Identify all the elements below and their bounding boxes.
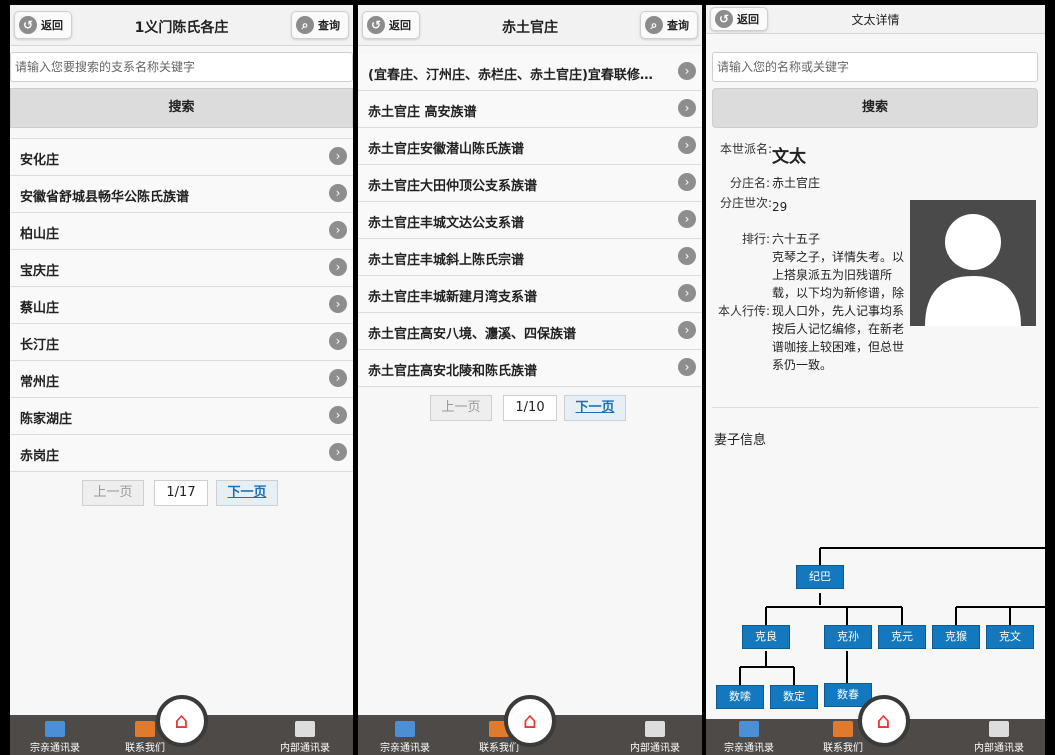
list-item[interactable]: 赤土官庄高安八境、灋溪、四保族谱 ›: [358, 313, 702, 350]
search-icon: ⌕: [296, 16, 314, 34]
contacts-tab[interactable]: 宗亲通讯录: [370, 721, 440, 754]
home-icon: ⌂: [876, 708, 891, 734]
mail-icon: [45, 721, 65, 737]
phone-icon: [989, 721, 1009, 737]
tree-node[interactable]: 克文: [986, 625, 1034, 649]
pager: 上一页 1/10 下一页: [358, 391, 702, 421]
chevron-right-icon: ›: [329, 332, 347, 350]
list-item[interactable]: 赤土官庄大田仲顶公支系族谱 ›: [358, 165, 702, 202]
contact-card-icon: [135, 721, 155, 737]
chevron-right-icon: ›: [678, 284, 696, 302]
internal-contacts-tab[interactable]: 内部通讯录: [270, 721, 340, 754]
next-page-button[interactable]: 下一页: [216, 480, 278, 506]
tree-node[interactable]: 纪巴: [796, 565, 844, 589]
chevron-right-icon: ›: [678, 210, 696, 228]
panel-branch-list: ↺ 返回 1义门陈氏各庄 ⌕ 查询 请输入您要搜索的支系名称关键字 搜索 安化庄 › …: [10, 5, 353, 755]
phone-icon: [645, 721, 665, 737]
internal-contacts-tab[interactable]: 内部通讯录: [964, 721, 1034, 754]
page-select[interactable]: 1/17: [154, 480, 208, 506]
list-item[interactable]: 陈家湖庄 ›: [10, 398, 353, 435]
home-button[interactable]: ⌂: [155, 695, 208, 747]
chevron-right-icon: ›: [678, 173, 696, 191]
chevron-right-icon: ›: [329, 258, 347, 276]
home-button[interactable]: ⌂: [504, 695, 556, 747]
contact-card-icon: [833, 721, 853, 737]
chevron-right-icon: ›: [678, 99, 696, 117]
footer-nav: 宗亲通讯录 联系我们 ⌂ 内部通讯录: [358, 695, 702, 755]
list-item[interactable]: 赤土官庄安徽潜山陈氏族谱 ›: [358, 128, 702, 165]
chevron-right-icon: ›: [329, 406, 347, 424]
chevron-right-icon: ›: [329, 369, 347, 387]
sub-branch-list: (宜春庄、汀州庄、赤栏庄、赤土官庄)宜春联修… › 赤土官庄 高安族谱 › 赤土官庄…: [358, 54, 702, 387]
contacts-tab[interactable]: 宗亲通讯录: [714, 721, 784, 754]
list-item[interactable]: 柏山庄 ›: [10, 213, 353, 250]
list-item[interactable]: 赤土官庄 高安族谱 ›: [358, 91, 702, 128]
tree-node[interactable]: 克元: [878, 625, 926, 649]
list-item[interactable]: 安化庄 ›: [10, 139, 353, 176]
list-item[interactable]: 赤土官庄丰城新建月湾支系谱 ›: [358, 276, 702, 313]
prev-page-button[interactable]: 上一页: [430, 395, 492, 421]
tree-node[interactable]: 数定: [770, 685, 818, 709]
query-button[interactable]: ⌕ 查询: [640, 11, 698, 39]
list-item[interactable]: 赤土官庄丰城文达公支系谱 ›: [358, 202, 702, 239]
home-button[interactable]: ⌂: [857, 695, 910, 747]
tree-node[interactable]: 数嗦: [716, 685, 764, 709]
home-icon: ⌂: [174, 708, 189, 734]
list-item[interactable]: 长汀庄 ›: [10, 324, 353, 361]
chevron-right-icon: ›: [329, 221, 347, 239]
chevron-right-icon: ›: [678, 62, 696, 80]
query-button[interactable]: ⌕ 查询: [291, 11, 349, 39]
chevron-right-icon: ›: [678, 247, 696, 265]
chevron-right-icon: ›: [329, 443, 347, 461]
search-input[interactable]: 请输入您要搜索的支系名称关键字: [10, 52, 353, 82]
chevron-right-icon: ›: [329, 184, 347, 202]
list-item[interactable]: 蔡山庄 ›: [10, 287, 353, 324]
tree-node[interactable]: 克良: [742, 625, 790, 649]
tree-node[interactable]: 克孙: [824, 625, 872, 649]
list-item[interactable]: (宜春庄、汀州庄、赤栏庄、赤土官庄)宜春联修… ›: [358, 54, 702, 91]
contacts-tab[interactable]: 宗亲通讯录: [20, 721, 90, 754]
list-item[interactable]: 宝庆庄 ›: [10, 250, 353, 287]
chevron-right-icon: ›: [329, 147, 347, 165]
chevron-right-icon: ›: [678, 358, 696, 376]
page-select[interactable]: 1/10: [503, 395, 557, 421]
header: ↺ 返回 1义门陈氏各庄 ⌕ 查询: [10, 5, 353, 46]
header: ↺ 返回 赤土官庄 ⌕ 查询: [358, 5, 702, 46]
panel-person-detail: ↺ 返回 文太详情 请输入您的名称或关键字 搜索 本世派名: 文太 分庄名: 赤土…: [706, 5, 1045, 755]
phone-icon: [295, 721, 315, 737]
home-icon: ⌂: [523, 708, 537, 734]
chevron-right-icon: ›: [678, 136, 696, 154]
list-item[interactable]: 赤土官庄丰城斜上陈氏宗谱 ›: [358, 239, 702, 276]
mail-icon: [395, 721, 415, 737]
list-item[interactable]: 常州庄 ›: [10, 361, 353, 398]
pager: 上一页 1/17 下一页: [10, 476, 353, 506]
internal-contacts-tab[interactable]: 内部通讯录: [620, 721, 690, 754]
panel-sub-branch-list: ↺ 返回 赤土官庄 ⌕ 查询 (宜春庄、汀州庄、赤栏庄、赤土官庄)宜春联修… › 赤土…: [358, 5, 702, 755]
search-button[interactable]: 搜索: [10, 88, 353, 128]
chevron-right-icon: ›: [329, 295, 347, 313]
footer-nav: 宗亲通讯录 联系我们 ⌂ 内部通讯录: [706, 695, 1045, 755]
chevron-right-icon: ›: [678, 321, 696, 339]
list-item[interactable]: 赤岗庄 ›: [10, 435, 353, 472]
list-item[interactable]: 赤土官庄高安北陵和陈氏族谱 ›: [358, 350, 702, 387]
branch-list: 安化庄 › 安徽省舒城县畅华公陈氏族谱 › 柏山庄 › 宝庆庄 › 蔡山庄 › 长汀庄 › …: [10, 138, 353, 472]
prev-page-button[interactable]: 上一页: [82, 480, 144, 506]
search-icon: ⌕: [645, 16, 663, 34]
mail-icon: [739, 721, 759, 737]
footer-nav: 宗亲通讯录 联系我们 ⌂ 内部通讯录: [10, 695, 353, 755]
tree-node[interactable]: 克猴: [932, 625, 980, 649]
next-page-button[interactable]: 下一页: [564, 395, 626, 421]
list-item[interactable]: 安徽省舒城县畅华公陈氏族谱 ›: [10, 176, 353, 213]
